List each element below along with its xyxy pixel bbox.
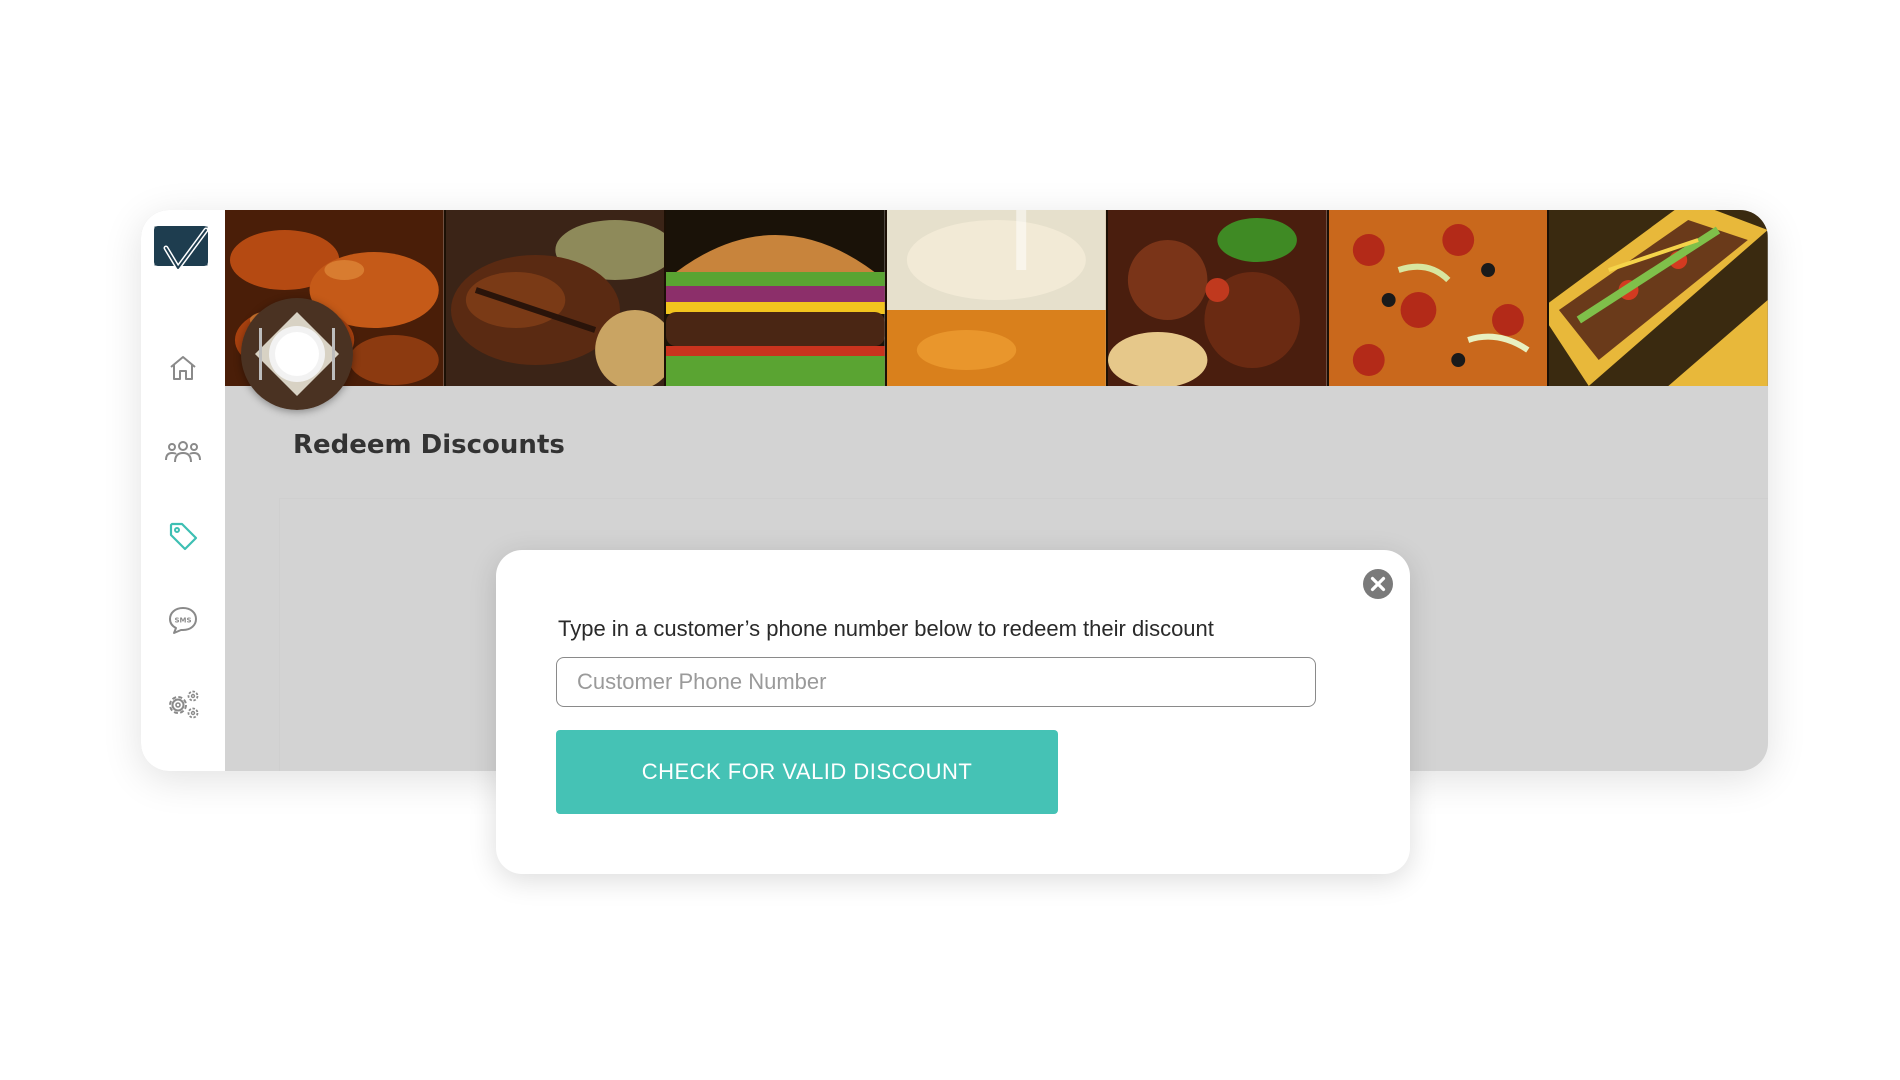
sms-icon-text: SMS [174, 617, 191, 625]
customer-phone-input[interactable] [556, 657, 1316, 707]
sidebar: SMS [141, 210, 225, 771]
banner-image-beer [887, 210, 1108, 386]
page-title: Redeem Discounts [293, 430, 565, 460]
close-icon[interactable] [1362, 568, 1394, 600]
banner-image-tacos [1549, 210, 1768, 386]
banner-image-burger [666, 210, 888, 386]
sidebar-item-users[interactable] [161, 430, 205, 474]
home-icon [170, 356, 196, 380]
sidebar-item-settings[interactable] [161, 682, 205, 726]
dinner-plate-icon[interactable] [241, 298, 353, 410]
sms-chat-icon: SMS [169, 607, 197, 634]
banner-image-pizza [1328, 210, 1550, 386]
settings-gears-icon [169, 690, 199, 719]
instruction-text: Type in a customer’s phone number below … [558, 616, 1214, 641]
sidebar-item-sms[interactable]: SMS [161, 598, 205, 642]
check-discount-button[interactable]: CHECK FOR VALID DISCOUNT [556, 730, 1058, 814]
sidebar-item-home[interactable] [161, 346, 205, 390]
sidebar-item-discounts[interactable] [161, 514, 205, 558]
food-banner [225, 210, 1768, 386]
banner-image-ribs [445, 210, 667, 386]
redeem-modal: Type in a customer’s phone number below … [496, 550, 1410, 874]
banner-image-meatballs [1107, 210, 1329, 386]
users-icon [165, 441, 201, 463]
check-badge-icon[interactable] [152, 224, 210, 276]
tag-icon [169, 522, 198, 551]
